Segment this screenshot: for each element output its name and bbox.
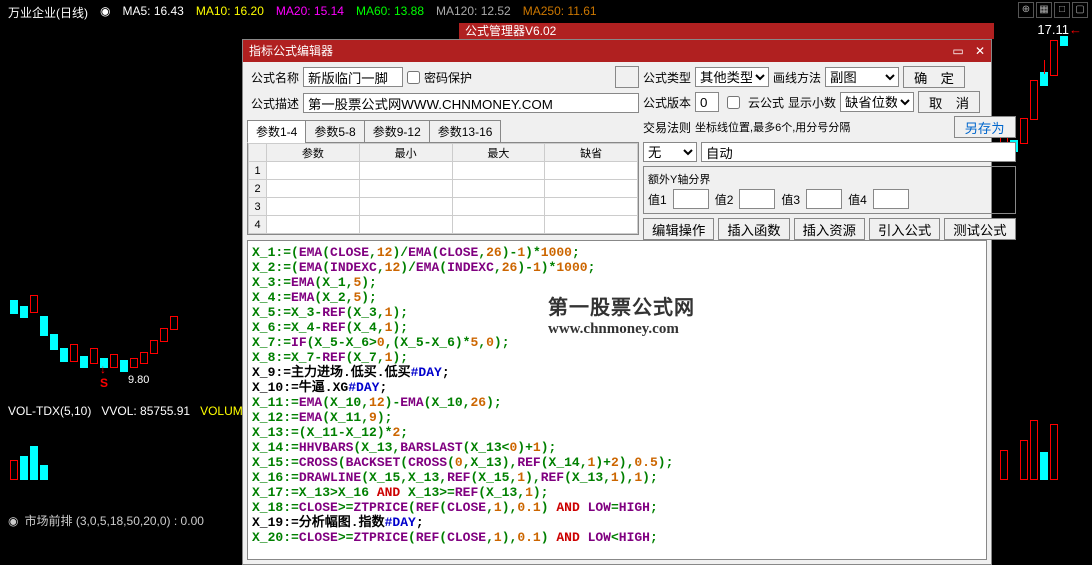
- code-line: X_14:=HHVBARS(X_13,BARSLAST(X_13<0)+1);: [252, 440, 982, 455]
- ma120-label: MA120: 12.52: [436, 4, 511, 21]
- volume-line: VOL-TDX(5,10) VVOL: 85755.91 VOLUM: [8, 404, 243, 418]
- trade-rule-select[interactable]: 无: [643, 142, 697, 162]
- test-formula-button[interactable]: 测试公式: [944, 218, 1015, 240]
- formula-manager-titlebar: 公式管理器V6.02: [459, 23, 994, 39]
- coord-input[interactable]: [701, 142, 1016, 162]
- val1-input[interactable]: [673, 189, 709, 209]
- cloud-label: 云公式: [748, 94, 784, 111]
- minimize-icon[interactable]: ▭: [947, 40, 969, 62]
- code-line: X_8:=X_7-REF(X_7,1);: [252, 350, 982, 365]
- ma20-label: MA20: 15.14: [276, 4, 344, 21]
- code-line: X_18:=CLOSE>=ZTPRICE(REF(CLOSE,1),0.1) A…: [252, 500, 982, 515]
- val3-input[interactable]: [806, 189, 842, 209]
- param-tab-2[interactable]: 参数5-8: [305, 120, 364, 143]
- ma60-label: MA60: 13.88: [356, 4, 424, 21]
- code-line: X_1:=(EMA(CLOSE,12)/EMA(CLOSE,26)-1)*100…: [252, 245, 982, 260]
- coord-hint: 坐标线位置,最多6个,用分号分隔: [695, 119, 950, 135]
- top-right-icons: ⊕ ▦ □ ▢: [1018, 2, 1088, 18]
- trade-rule-label: 交易法则: [643, 119, 691, 136]
- code-line: X_17:=X_13>X_16 AND X_13>=REF(X_13,1);: [252, 485, 982, 500]
- params-tabs: 参数1-4 参数5-8 参数9-12 参数13-16: [247, 120, 639, 143]
- eye-icon[interactable]: ◉: [100, 4, 110, 21]
- help-button[interactable]: [615, 66, 639, 88]
- param-tab-1[interactable]: 参数1-4: [247, 120, 306, 143]
- stock-name: 万业企业(日线): [8, 4, 88, 21]
- desc-label: 公式描述: [247, 95, 303, 112]
- val4-input[interactable]: [873, 189, 909, 209]
- code-line: X_19:=分析幅图.指数#DAY;: [252, 515, 982, 530]
- save-as-button[interactable]: 另存为: [954, 116, 1016, 138]
- extra-axis-fieldset: 额外Y轴分界 值1 值2 值3 值4: [643, 166, 1016, 214]
- decimals-select[interactable]: 缺省位数: [840, 92, 914, 112]
- import-formula-button[interactable]: 引入公式: [869, 218, 940, 240]
- cloud-checkbox[interactable]: [727, 96, 740, 109]
- code-line: X_15:=CROSS(BACKSET(CROSS(0,X_13),REF(X_…: [252, 455, 982, 470]
- version-input[interactable]: [695, 92, 719, 112]
- icon-2[interactable]: ▦: [1036, 2, 1052, 18]
- editor-titlebar[interactable]: 指标公式编辑器 ▭ ✕: [243, 40, 991, 62]
- code-line: X_7:=IF(X_5-X_6>0,(X_5-X_6)*5,0);: [252, 335, 982, 350]
- s-arrow: ↓S: [100, 362, 108, 390]
- chart-header: 万业企业(日线) ◉ MA5: 16.43 MA10: 16.20 MA20: …: [8, 4, 597, 21]
- code-line: X_10:=牛逼.XG#DAY;: [252, 380, 982, 395]
- formula-desc-input[interactable]: [303, 93, 639, 113]
- insert-func-button[interactable]: 插入函数: [718, 218, 789, 240]
- draw-label: 画线方法: [773, 69, 821, 86]
- param-tab-4[interactable]: 参数13-16: [429, 120, 502, 143]
- ma250-label: MA250: 11.61: [523, 4, 597, 21]
- ma10-label: MA10: 16.20: [196, 4, 264, 21]
- code-line: X_2:=(EMA(INDEXC,12)/EMA(INDEXC,26)-1)*1…: [252, 260, 982, 275]
- version-label: 公式版本: [643, 94, 691, 111]
- params-grid[interactable]: 参数最小最大缺省 1 2 3 4: [247, 142, 639, 235]
- vvol-label: VVOL: 85755.91: [101, 404, 190, 418]
- formula-name-input[interactable]: [303, 67, 403, 87]
- price-current: 17.11←: [1037, 22, 1082, 37]
- icon-1[interactable]: ⊕: [1018, 2, 1034, 18]
- code-line: X_16:=DRAWLINE(X_15,X_13,REF(X_15,1),REF…: [252, 470, 982, 485]
- pwd-protect-label: 密码保护: [424, 69, 472, 86]
- code-line: X_3:=EMA(X_1,5);: [252, 275, 982, 290]
- code-editor[interactable]: 第一股票公式网 www.chnmoney.com X_1:=(EMA(CLOSE…: [247, 240, 987, 560]
- cancel-button[interactable]: 取 消: [918, 91, 980, 113]
- ok-button[interactable]: 确 定: [903, 66, 965, 88]
- code-line: X_20:=CLOSE>=ZTPRICE(REF(CLOSE,1),0.1) A…: [252, 530, 982, 545]
- edit-op-button[interactable]: 编辑操作: [643, 218, 714, 240]
- close-icon[interactable]: ✕: [969, 40, 991, 62]
- formula-editor-window: 指标公式编辑器 ▭ ✕ 公式名称 密码保护 公式描述 参数1: [242, 39, 992, 565]
- formula-type-select[interactable]: 其他类型: [695, 67, 769, 87]
- vol-label: VOL-TDX(5,10): [8, 404, 91, 418]
- type-label: 公式类型: [643, 69, 691, 86]
- decimals-label: 显示小数: [788, 94, 836, 111]
- ma5-label: MA5: 16.43: [122, 4, 183, 21]
- val2-input[interactable]: [739, 189, 775, 209]
- param-tab-3[interactable]: 参数9-12: [364, 120, 430, 143]
- icon-4[interactable]: ▢: [1072, 2, 1088, 18]
- price-low: 9.80: [128, 374, 149, 386]
- code-line: X_9:=主力进场.低买.低买#DAY;: [252, 365, 982, 380]
- volume-label: VOLUM: [200, 404, 243, 418]
- pwd-protect-checkbox[interactable]: [407, 71, 420, 84]
- name-label: 公式名称: [247, 69, 303, 86]
- watermark: 第一股票公式网 www.chnmoney.com: [548, 301, 695, 337]
- draw-method-select[interactable]: 副图: [825, 67, 899, 87]
- code-line: X_11:=EMA(X_10,12)-EMA(X_10,26);: [252, 395, 982, 410]
- code-line: X_13:=(X_11-X_12)*2;: [252, 425, 982, 440]
- code-line: X_12:=EMA(X_11,9);: [252, 410, 982, 425]
- icon-3[interactable]: □: [1054, 2, 1070, 18]
- bottom-indicator: ◉市场前排 (3,0,5,18,50,20,0) : 0.00: [8, 512, 204, 529]
- insert-res-button[interactable]: 插入资源: [794, 218, 865, 240]
- editor-title: 指标公式编辑器: [249, 40, 333, 62]
